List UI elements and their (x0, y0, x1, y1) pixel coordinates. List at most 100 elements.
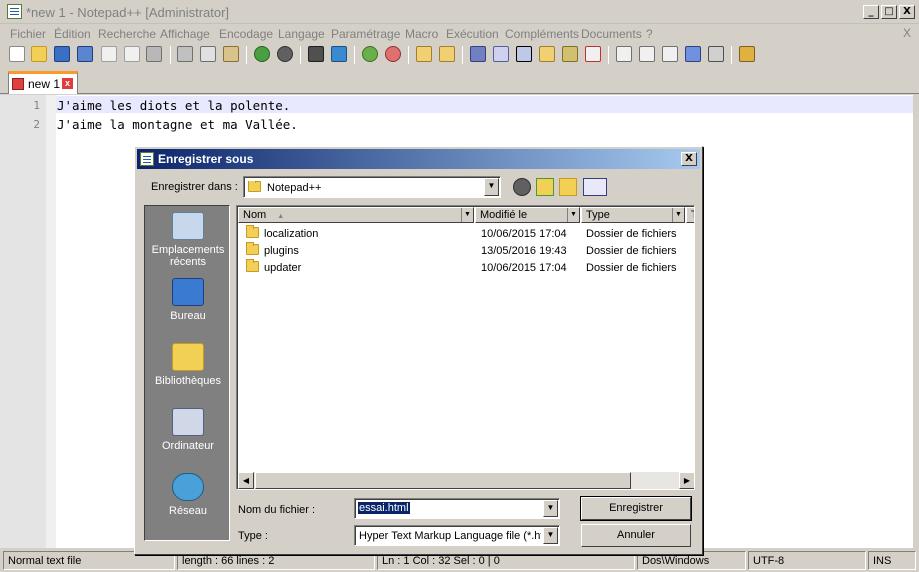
place-computer[interactable]: Ordinateur (145, 408, 231, 452)
save-macro-icon[interactable] (708, 46, 724, 62)
print-icon[interactable] (146, 46, 162, 62)
close-all-icon[interactable] (124, 46, 140, 62)
run-macro-multiple-icon[interactable] (685, 46, 701, 62)
place-recent[interactable]: Emplacements récents (145, 212, 231, 268)
view-menu-icon[interactable] (583, 178, 607, 196)
menu-help[interactable]: ? (646, 27, 653, 41)
code-line[interactable]: J'aime la montagne et ma Vallée. (57, 117, 298, 132)
filename-input[interactable]: essai.html ▼ (354, 498, 560, 519)
menu-documents[interactable]: Documents (581, 27, 642, 41)
indent-guide-icon[interactable] (516, 46, 532, 62)
place-label: Emplacements récents (151, 244, 225, 268)
find-icon[interactable] (308, 46, 324, 62)
menu-parametrage[interactable]: Paramétrage (331, 27, 400, 41)
play-macro-icon[interactable] (662, 46, 678, 62)
place-label: Ordinateur (162, 440, 214, 452)
close-file-icon[interactable] (101, 46, 117, 62)
toolbar-separator (408, 46, 409, 64)
save-in-combo[interactable]: Notepad++ ▼ (243, 176, 501, 198)
menu-encodage[interactable]: Encodage (219, 27, 273, 41)
save-all-icon[interactable] (77, 46, 93, 62)
scrollbar-thumb[interactable] (255, 472, 631, 489)
column-size[interactable]: T (686, 207, 694, 223)
folder-icon (246, 225, 259, 238)
close-document-icon[interactable]: X (903, 26, 911, 40)
file-row[interactable]: plugins 13/05/2016 19:43 Dossier de fich… (239, 242, 694, 259)
cancel-button[interactable]: Annuler (581, 524, 691, 547)
minimize-button[interactable]: _ (863, 5, 879, 19)
scroll-right-icon[interactable]: ▶ (679, 472, 694, 489)
redo-icon[interactable] (277, 46, 293, 62)
chevron-down-icon[interactable]: ▼ (484, 178, 499, 196)
column-type[interactable]: Type ▼ (581, 207, 685, 223)
paste-icon[interactable] (223, 46, 239, 62)
notepad-app-icon (7, 4, 22, 19)
replace-icon[interactable] (331, 46, 347, 62)
horizontal-scrollbar[interactable]: ◀ ▶ (238, 472, 694, 489)
toolbar-separator (731, 46, 732, 64)
dialog-app-icon (140, 152, 154, 166)
open-file-icon[interactable] (31, 46, 47, 62)
plugin-icon[interactable] (739, 46, 755, 62)
close-button[interactable]: X (899, 5, 915, 19)
word-wrap-icon[interactable] (470, 46, 486, 62)
zoom-in-icon[interactable] (362, 46, 378, 62)
menu-complements[interactable]: Compléments (505, 27, 579, 41)
toolbar-separator (354, 46, 355, 64)
undo-icon[interactable] (254, 46, 270, 62)
menu-edition[interactable]: Édition (54, 27, 91, 41)
column-name[interactable]: Nom ▲ ▼ (238, 207, 474, 223)
menu-macro[interactable]: Macro (405, 27, 438, 41)
folder-icon (248, 181, 261, 192)
new-folder-icon[interactable] (559, 178, 577, 196)
maximize-button[interactable]: □ (881, 5, 897, 19)
file-row[interactable]: updater 10/06/2015 17:04 Dossier de fich… (239, 259, 694, 276)
doc-map-icon[interactable] (562, 46, 578, 62)
places-bar: Emplacements récents Bureau Bibliothèque… (144, 205, 230, 541)
line-number: 2 (33, 118, 40, 131)
sync-horizontal-icon[interactable] (439, 46, 455, 62)
filename-value[interactable]: essai.html (358, 502, 410, 514)
column-modified[interactable]: Modifié le ▼ (475, 207, 580, 223)
place-network[interactable]: Réseau (145, 473, 231, 517)
tab-close-icon[interactable]: x (62, 78, 73, 89)
column-dropdown-icon[interactable]: ▼ (672, 208, 684, 222)
zoom-out-icon[interactable] (385, 46, 401, 62)
column-dropdown-icon[interactable]: ▼ (567, 208, 579, 222)
chevron-down-icon[interactable]: ▼ (543, 527, 558, 544)
menu-execution[interactable]: Exécution (446, 27, 499, 41)
menu-affichage[interactable]: Affichage (160, 27, 210, 41)
menu-fichier[interactable]: Fichier (10, 27, 46, 41)
cut-icon[interactable] (177, 46, 193, 62)
function-list-icon[interactable] (585, 46, 601, 62)
show-all-chars-icon[interactable] (493, 46, 509, 62)
new-file-icon[interactable] (9, 46, 25, 62)
save-button[interactable]: Enregistrer (580, 496, 692, 521)
place-desktop[interactable]: Bureau (145, 278, 231, 322)
record-macro-icon[interactable] (616, 46, 632, 62)
column-dropdown-icon[interactable]: ▼ (461, 208, 473, 222)
place-libraries[interactable]: Bibliothèques (145, 343, 231, 387)
save-as-dialog: Enregistrer sous X Enregistrer dans : No… (134, 146, 703, 555)
back-icon[interactable] (513, 178, 531, 196)
up-folder-icon[interactable] (536, 178, 554, 196)
scroll-left-icon[interactable]: ◀ (238, 472, 254, 489)
sync-vertical-icon[interactable] (416, 46, 432, 62)
place-label: Réseau (169, 505, 207, 517)
file-name-text: localization (264, 228, 319, 240)
language-icon[interactable] (539, 46, 555, 62)
code-line[interactable]: J'aime les diots et la polente. (57, 98, 290, 113)
save-in-text: Notepad++ (267, 182, 322, 194)
chevron-down-icon[interactable]: ▼ (543, 500, 558, 517)
file-list[interactable]: Nom ▲ ▼ Modifié le ▼ Type ▼ T localizati… (236, 205, 695, 490)
tab-new-1[interactable]: new 1 x (8, 71, 78, 94)
copy-icon[interactable] (200, 46, 216, 62)
menu-recherche[interactable]: Recherche (98, 27, 156, 41)
file-row[interactable]: localization 10/06/2015 17:04 Dossier de… (239, 225, 694, 242)
stop-macro-icon[interactable] (639, 46, 655, 62)
menu-langage[interactable]: Langage (278, 27, 325, 41)
save-icon[interactable] (54, 46, 70, 62)
file-name: plugins (246, 242, 299, 257)
dialog-close-button[interactable]: X (681, 152, 697, 166)
file-type-select[interactable]: Hyper Text Markup Language file (*.htm ▼ (354, 525, 560, 546)
